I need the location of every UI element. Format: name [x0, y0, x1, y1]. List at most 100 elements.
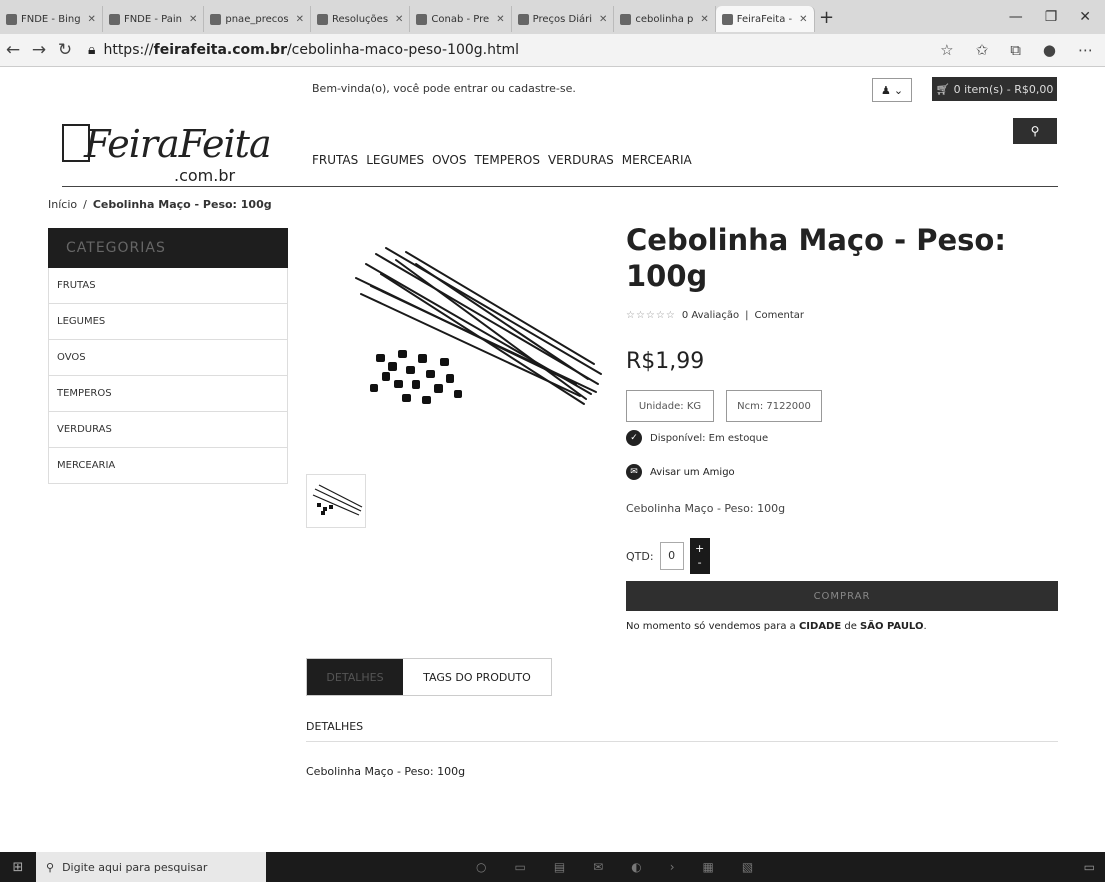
- notice-city: CIDADE: [798, 621, 842, 632]
- page-icon: [108, 13, 120, 25]
- main-menu: FRUTAS LEGUMES OVOS TEMPEROS VERDURAS ME…: [312, 153, 692, 167]
- category-item-frutas[interactable]: FRUTAS: [48, 268, 288, 304]
- profile-icon[interactable]: ●: [1043, 41, 1056, 59]
- browser-tab[interactable]: Preços Diári ✕: [512, 6, 615, 32]
- category-title: CATEGORIAS: [48, 228, 288, 268]
- menu-item-ovos[interactable]: OVOS: [432, 153, 466, 167]
- product-image[interactable]: [336, 234, 608, 454]
- cart-label: 0 item(s) - R$0,00: [953, 82, 1054, 96]
- close-icon[interactable]: ✕: [88, 14, 96, 25]
- account-dropdown[interactable]: ♟ ⌄: [872, 78, 912, 102]
- logo-text: FeiraFeita: [84, 122, 272, 166]
- close-window-icon[interactable]: ✕: [1079, 9, 1091, 25]
- task-view-icon[interactable]: ▭: [514, 860, 525, 874]
- product-short-name: Cebolinha Maço - Peso: 100g: [626, 502, 786, 515]
- close-icon[interactable]: ✕: [189, 14, 197, 25]
- refresh-icon[interactable]: ↻: [52, 40, 78, 60]
- close-icon[interactable]: ✕: [700, 14, 708, 25]
- taskbar-search[interactable]: ⚲ Digite aqui para pesquisar: [36, 852, 266, 882]
- browser-tab-strip: FNDE - Bing ✕ FNDE - Pain ✕ pnae_precos ✕ R…: [0, 0, 1105, 34]
- browser-tab[interactable]: Conab - Pre ✕: [410, 6, 512, 32]
- app-icon[interactable]: ›: [670, 860, 675, 874]
- product-thumbnail[interactable]: [306, 474, 366, 528]
- browser-tab-active[interactable]: FeiraFeita - ✕: [715, 6, 815, 32]
- breadcrumb-current: Cebolinha Maço - Peso: 100g: [92, 198, 272, 211]
- notification-icon[interactable]: ▭: [1084, 860, 1105, 874]
- forward-icon[interactable]: →: [26, 40, 52, 60]
- browser-tab[interactable]: FNDE - Pain ✕: [103, 6, 205, 32]
- maximize-icon[interactable]: ❐: [1045, 9, 1058, 25]
- category-item-mercearia[interactable]: MERCEARIA: [48, 448, 288, 484]
- comment-link[interactable]: Comentar: [754, 310, 804, 321]
- browser-tab[interactable]: pnae_precos ✕: [204, 6, 311, 32]
- close-icon[interactable]: ✕: [395, 14, 403, 25]
- welcome-text[interactable]: Bem-vinda(o), você pode entrar ou cadast…: [312, 82, 576, 95]
- cart-button[interactable]: 🛒︎ 0 item(s) - R$0,00: [932, 77, 1057, 101]
- breadcrumb-home[interactable]: Início: [48, 198, 77, 211]
- document-icon: [210, 13, 222, 25]
- browser-tab[interactable]: cebolinha p ✕: [614, 6, 716, 32]
- site-logo[interactable]: FeiraFeita .com.br: [62, 122, 272, 190]
- file-explorer-icon[interactable]: ▤: [554, 860, 565, 874]
- edge-icon[interactable]: ◐: [631, 860, 641, 874]
- qty-input[interactable]: 0: [659, 542, 684, 570]
- close-icon[interactable]: ✕: [799, 14, 807, 25]
- details-text: Cebolinha Maço - Peso: 100g: [306, 765, 466, 778]
- delivery-notice: No momento só vendemos para a CIDADE de …: [626, 621, 927, 632]
- document-icon: [517, 13, 529, 25]
- taskbar-search-placeholder: Digite aqui para pesquisar: [62, 860, 208, 874]
- rating-stars-icon[interactable]: ☆☆☆☆☆: [626, 310, 676, 321]
- increment-icon[interactable]: +: [695, 542, 704, 556]
- new-tab-icon[interactable]: +: [815, 7, 839, 28]
- notice-state: SÃO PAULO: [860, 621, 924, 632]
- category-item-temperos[interactable]: TEMPEROS: [48, 376, 288, 412]
- browser-tab[interactable]: Resoluções ✕: [311, 6, 411, 32]
- mail-icon[interactable]: ✉: [593, 860, 603, 874]
- cortana-icon[interactable]: ○: [476, 860, 486, 874]
- url-scheme: https://: [103, 42, 154, 58]
- quantity-stepper[interactable]: + -: [689, 538, 710, 574]
- window-controls: — ❐ ✕: [1009, 9, 1105, 25]
- category-item-verduras[interactable]: VERDURAS: [48, 412, 288, 448]
- logo-domain: .com.br: [174, 166, 236, 185]
- search-icon: ⚲: [46, 860, 55, 874]
- windows-start-icon[interactable]: ⊞: [0, 860, 36, 875]
- buy-button[interactable]: COMPRAR: [626, 581, 1058, 611]
- tell-friend-link[interactable]: ✉ Avisar um Amigo: [626, 464, 735, 480]
- favorites-icon[interactable]: ✩: [976, 41, 989, 59]
- more-icon[interactable]: ⋯: [1078, 41, 1093, 59]
- close-icon[interactable]: ✕: [296, 14, 304, 25]
- app-icon[interactable]: ▧: [742, 860, 753, 874]
- product-price: R$1,99: [626, 349, 705, 374]
- product-tabs: DETALHES TAGS DO PRODUTO: [306, 658, 552, 696]
- category-item-legumes[interactable]: LEGUMES: [48, 304, 288, 340]
- menu-item-temperos[interactable]: TEMPEROS: [474, 153, 539, 167]
- tab-detalhes[interactable]: DETALHES: [307, 659, 403, 695]
- close-icon[interactable]: ✕: [496, 14, 504, 25]
- menu-item-legumes[interactable]: LEGUMES: [366, 153, 424, 167]
- browser-tab[interactable]: FNDE - Bing ✕: [0, 6, 103, 32]
- tab-label: pnae_precos: [225, 13, 289, 25]
- menu-item-mercearia[interactable]: MERCEARIA: [622, 153, 692, 167]
- tab-label: Preços Diári: [532, 13, 592, 25]
- url-field[interactable]: 🔒︎ https://feirafeita.com.br/cebolinha-m…: [88, 42, 519, 58]
- collections-icon[interactable]: ⧉: [1010, 41, 1021, 59]
- search-button[interactable]: ⚲: [1013, 118, 1057, 144]
- back-icon[interactable]: ←: [0, 40, 26, 60]
- envelope-icon: ✉: [626, 464, 642, 480]
- menu-item-verduras[interactable]: VERDURAS: [548, 153, 614, 167]
- availability-text: Disponível: Em estoque: [650, 432, 769, 444]
- availability: ✓ Disponível: Em estoque: [626, 430, 768, 446]
- decrement-icon[interactable]: -: [698, 556, 702, 570]
- minimize-icon[interactable]: —: [1009, 9, 1023, 25]
- bing-icon: [6, 13, 17, 25]
- rating-count[interactable]: 0 Avaliação: [682, 310, 739, 321]
- tab-tags[interactable]: TAGS DO PRODUTO: [403, 659, 551, 695]
- category-item-ovos[interactable]: OVOS: [48, 340, 288, 376]
- details-divider: [306, 741, 1058, 742]
- menu-item-frutas[interactable]: FRUTAS: [312, 153, 358, 167]
- photos-icon[interactable]: ▦: [703, 860, 714, 874]
- read-aloud-icon[interactable]: ☆: [940, 41, 953, 59]
- close-icon[interactable]: ✕: [599, 14, 607, 25]
- header-divider: [62, 186, 1058, 187]
